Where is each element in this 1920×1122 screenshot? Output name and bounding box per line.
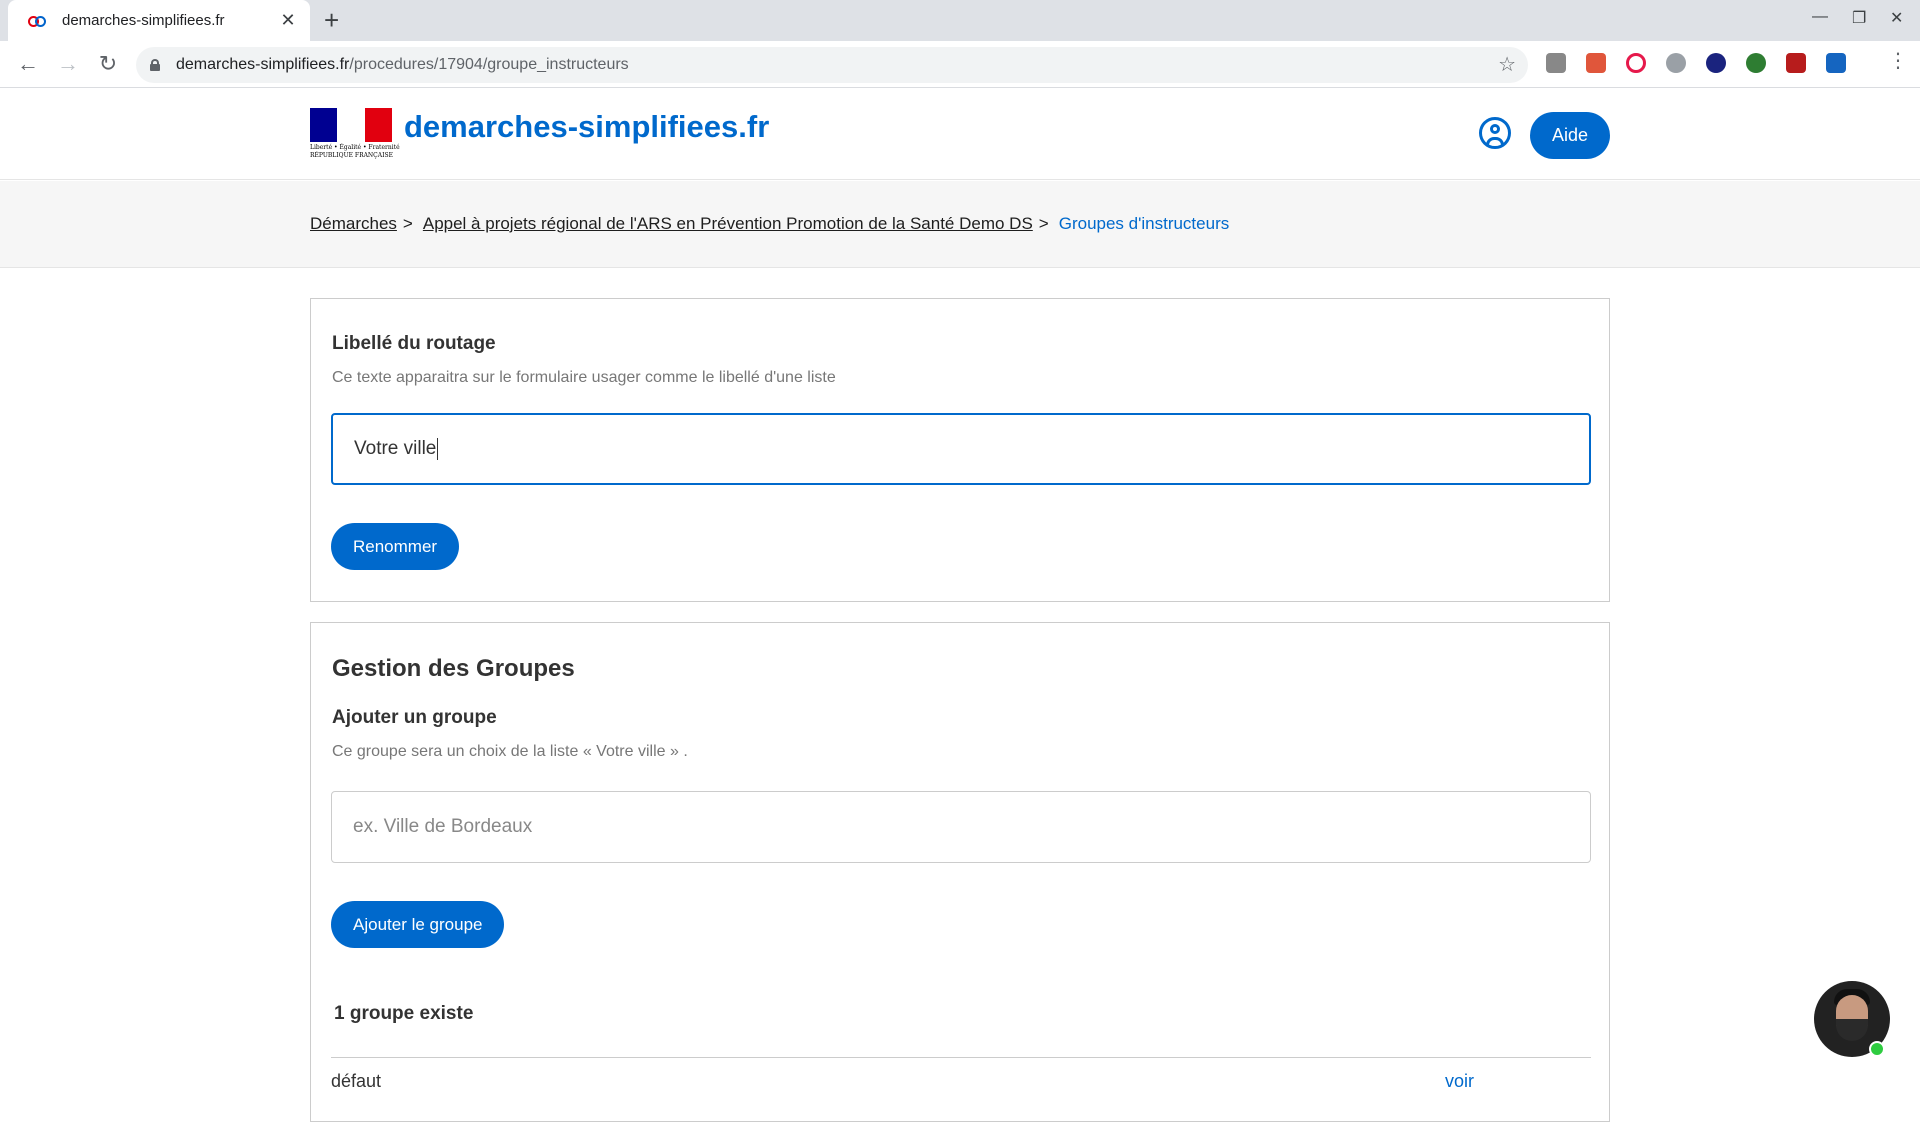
address-bar[interactable]: demarches-simplifiees.fr/procedures/1790…	[136, 47, 1528, 83]
extension-icon[interactable]	[1626, 53, 1646, 73]
breadcrumb-separator: >	[1038, 214, 1049, 233]
forward-icon[interactable]: →	[54, 51, 82, 77]
back-icon[interactable]: ←	[14, 51, 42, 77]
breadcrumb-link-demarches[interactable]: Démarches	[310, 214, 397, 234]
site-header: Liberté • Égalité • Fraternité RÉPUBLIQU…	[0, 89, 1920, 180]
rename-button[interactable]: Renommer	[331, 523, 460, 570]
breadcrumb: Démarches > Appel à projets régional de …	[310, 214, 1229, 234]
extension-icon[interactable]	[1546, 53, 1566, 73]
reload-icon[interactable]: ↻	[94, 51, 122, 77]
site-favicon-icon	[28, 14, 48, 28]
routing-label-hint: Ce texte apparaitra sur le formulaire us…	[332, 369, 836, 386]
extension-icon[interactable]	[1826, 53, 1846, 73]
extension-icon[interactable]	[1586, 53, 1606, 73]
marianne-flag-icon	[310, 108, 392, 142]
browser-tab[interactable]: demarches-simplifiees.fr ✕	[8, 0, 310, 41]
group-row-view-link[interactable]: voir	[1445, 1071, 1474, 1092]
browser-toolbar: ← → ↻ demarches-simplifiees.fr/procedure…	[0, 41, 1920, 88]
group-name-placeholder: ex. Ville de Bordeaux	[353, 816, 533, 837]
user-account-icon[interactable]	[1479, 117, 1511, 149]
extension-icon[interactable]	[1666, 53, 1686, 73]
restore-icon[interactable]: ❐	[1852, 8, 1866, 28]
url-path: /procedures/17904/groupe_instructeurs	[349, 56, 629, 73]
close-window-icon[interactable]: ✕	[1890, 8, 1903, 28]
breadcrumb-bar: Démarches > Appel à projets régional de …	[0, 181, 1920, 268]
routing-label-value: Votre ville	[354, 438, 437, 459]
group-row-name: défaut	[331, 1071, 382, 1091]
routing-label-heading: Libellé du routage	[332, 333, 496, 354]
add-group-button[interactable]: Ajouter le groupe	[331, 901, 505, 948]
extension-icon[interactable]	[1706, 53, 1726, 73]
add-group-heading: Ajouter un groupe	[332, 707, 497, 728]
lock-icon	[150, 59, 160, 71]
republique-francaise-logo[interactable]: Liberté • Égalité • Fraternité RÉPUBLIQU…	[310, 108, 400, 160]
routing-label-input[interactable]: Votre ville	[331, 413, 1591, 485]
breadcrumb-link-procedure[interactable]: Appel à projets régional de l'ARS en Pré…	[423, 214, 1033, 234]
breadcrumb-separator: >	[402, 214, 413, 233]
extension-icon[interactable]	[1786, 53, 1806, 73]
help-button[interactable]: Aide	[1530, 112, 1610, 159]
new-tab-icon[interactable]: +	[324, 6, 339, 34]
minimize-icon[interactable]: —	[1812, 8, 1828, 26]
add-group-hint: Ce groupe sera un choix de la liste « Vo…	[332, 743, 688, 760]
text-caret	[437, 438, 439, 460]
browser-menu-icon[interactable]: ⋮	[1888, 51, 1908, 71]
close-tab-icon[interactable]: ✕	[278, 10, 298, 31]
url-host: demarches-simplifiees.fr	[176, 56, 350, 73]
extension-icon[interactable]	[1746, 53, 1766, 73]
site-title[interactable]: demarches-simplifiees.fr	[404, 109, 769, 145]
browser-tabbar: demarches-simplifiees.fr ✕ + — ❐ ✕	[0, 0, 1920, 41]
breadcrumb-current: Groupes d'instructeurs	[1058, 214, 1230, 233]
logo-caption: Liberté • Égalité • Fraternité RÉPUBLIQU…	[310, 144, 400, 159]
online-status-indicator	[1869, 1041, 1885, 1057]
table-divider	[331, 1057, 1591, 1058]
group-management-card: Gestion des Groupes Ajouter un groupe Ce…	[310, 622, 1610, 1122]
group-management-title: Gestion des Groupes	[332, 655, 575, 682]
bookmark-star-icon[interactable]: ☆	[1498, 52, 1516, 77]
group-name-input[interactable]: ex. Ville de Bordeaux	[331, 791, 1591, 863]
tab-title: demarches-simplifiees.fr	[62, 12, 225, 29]
routing-label-card: Libellé du routage Ce texte apparaitra s…	[310, 298, 1610, 602]
group-count: 1 groupe existe	[334, 1003, 474, 1024]
